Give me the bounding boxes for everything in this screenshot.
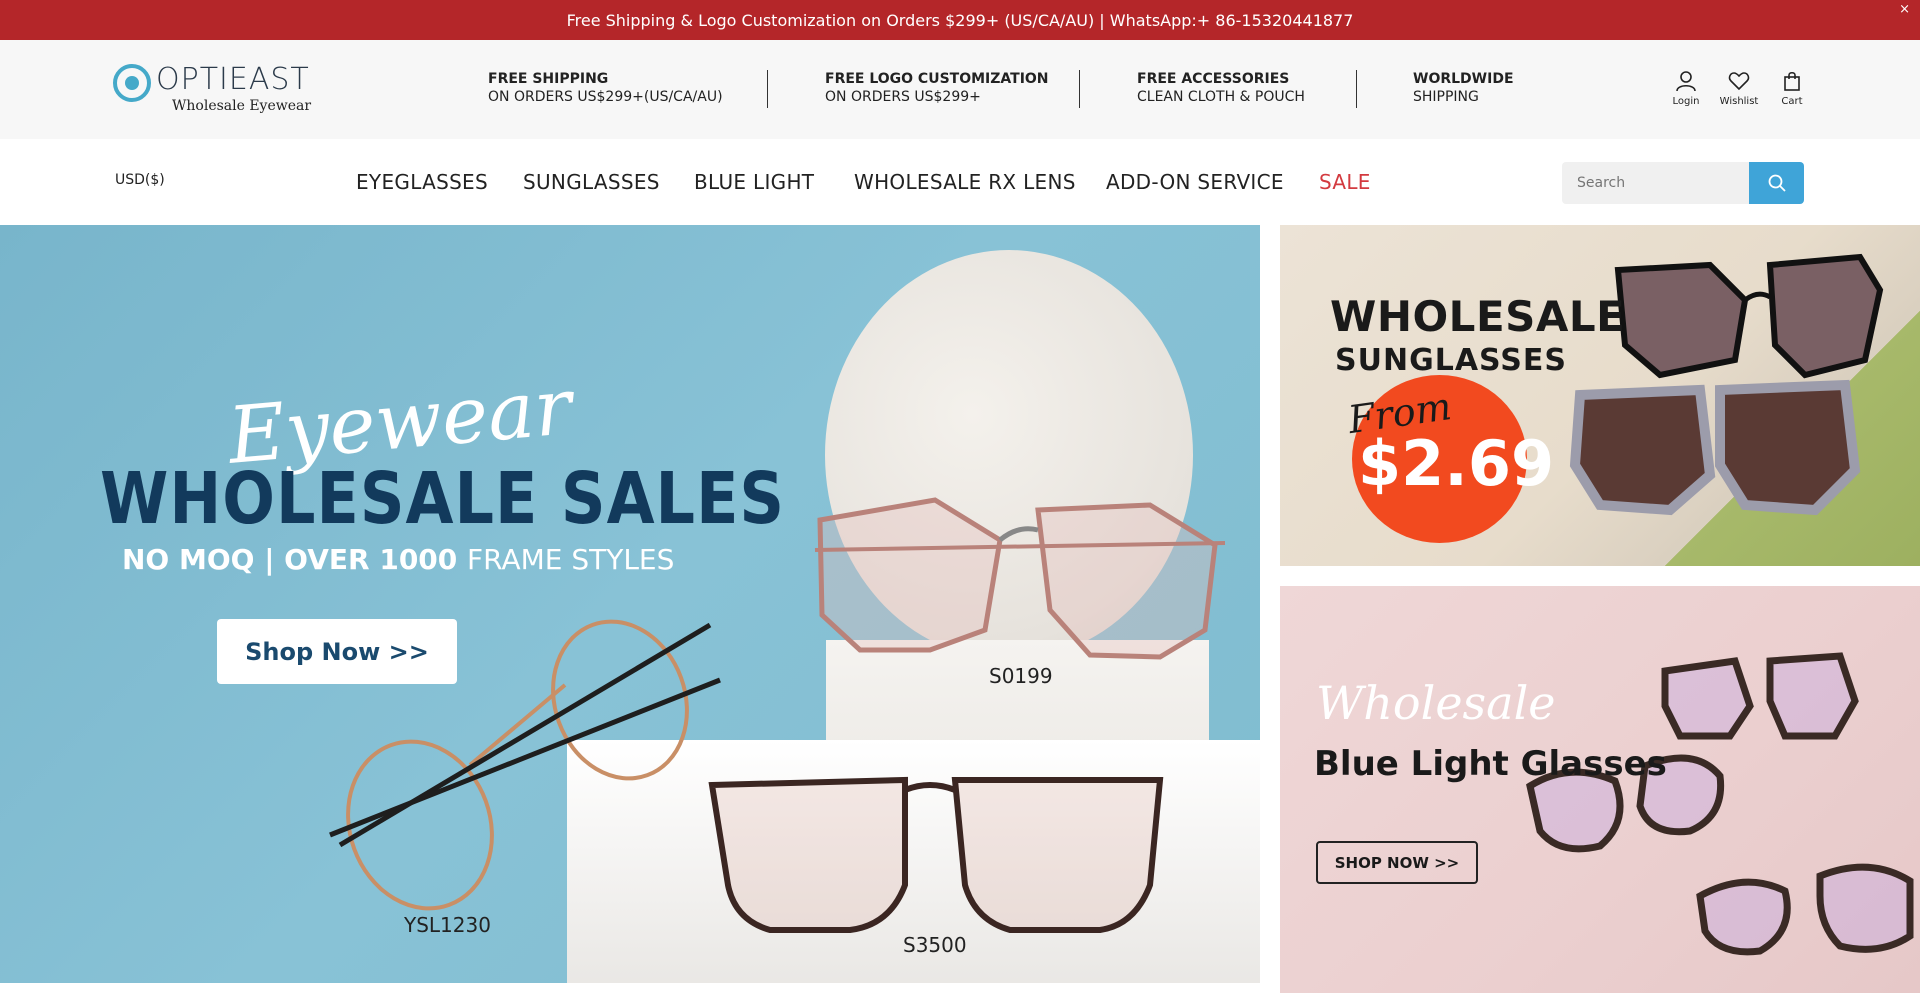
nav-item-wholesale-rx-lens[interactable]: WHOLESALE RX LENS	[854, 170, 1076, 194]
benefit-title: FREE ACCESSORIES	[1137, 71, 1290, 87]
product-label-s3500: S3500	[903, 933, 967, 957]
nav-item-blue-light[interactable]: BLUE LIGHT	[694, 170, 814, 194]
product-label-s0199: S0199	[989, 664, 1053, 688]
hero-subheadline: NO MOQ | OVER 1000 FRAME STYLES	[122, 543, 674, 576]
search-box	[1562, 162, 1804, 204]
black-sunglasses-image	[1614, 253, 1884, 379]
glasses-s3500-image	[708, 776, 1164, 933]
benefit-worldwide: WORLDWIDE SHIPPING	[1413, 70, 1514, 106]
announcement-bar: Free Shipping & Logo Customization on Or…	[0, 0, 1920, 40]
benefit-free-shipping: FREE SHIPPING ON ORDERS US$299+(US/CA/AU…	[488, 70, 723, 106]
logo-mark-icon	[113, 64, 151, 102]
announcement-text: Free Shipping & Logo Customization on Or…	[566, 10, 1354, 30]
hero-sub-bold: NO MOQ | OVER 1000	[122, 543, 458, 576]
sunglasses-banner[interactable]: WHOLESALE SUNGLASSES From $2.69	[1280, 225, 1920, 566]
hero-banner[interactable]: Eyewear WHOLESALE SALES NO MOQ | OVER 10…	[0, 225, 1260, 983]
banner-title-blue-light: Blue Light Glasses	[1314, 744, 1667, 784]
login-button[interactable]: Login	[1666, 70, 1706, 107]
user-icon	[1676, 71, 1696, 92]
search-icon	[1768, 174, 1786, 192]
shop-now-button[interactable]: Shop Now >>	[217, 619, 457, 684]
logo-tagline: Wholesale Eyewear	[172, 98, 312, 114]
banner-script-wholesale: Wholesale	[1316, 676, 1556, 730]
benefit-desc: ON ORDERS US$299+(US/CA/AU)	[488, 89, 723, 105]
divider	[767, 70, 768, 108]
logo[interactable]: OPTIEAST Wholesale Eyewear	[113, 62, 323, 122]
nav-item-add-on-service[interactable]: ADD-ON SERVICE	[1106, 170, 1284, 194]
banner-title-sunglasses: SUNGLASSES	[1335, 343, 1567, 378]
price-value: $2.69	[1358, 427, 1555, 500]
heart-icon	[1728, 72, 1750, 91]
product-label-ysl1230: YSL1230	[404, 913, 491, 937]
benefit-logo-customization: FREE LOGO CUSTOMIZATION ON ORDERS US$299…	[825, 70, 1049, 106]
hero-glasses-illustration	[329, 497, 1226, 933]
benefit-title: WORLDWIDE	[1413, 71, 1514, 87]
cart-button[interactable]: Cart	[1772, 70, 1812, 107]
nav-item-sale[interactable]: SALE	[1319, 170, 1371, 194]
benefit-title: FREE LOGO CUSTOMIZATION	[825, 71, 1049, 87]
blue-light-banner[interactable]: Wholesale Blue Light Glasses SHOP NOW >>	[1280, 586, 1920, 993]
divider	[1356, 70, 1357, 108]
bag-icon	[1784, 71, 1800, 91]
close-icon[interactable]: ×	[1899, 2, 1910, 17]
glitter-sunglasses-image	[1569, 379, 1861, 516]
benefit-desc: ON ORDERS US$299+	[825, 89, 981, 105]
shop-now-blue-light-button[interactable]: SHOP NOW >>	[1316, 841, 1478, 884]
wishlist-label: Wishlist	[1719, 96, 1759, 107]
site-header: OPTIEAST Wholesale Eyewear FREE SHIPPING…	[0, 40, 1920, 139]
banner-title-wholesale: WHOLESALE	[1330, 292, 1626, 341]
logo-name: OPTIEAST	[156, 62, 310, 97]
glasses-s0199-image	[814, 497, 1226, 660]
divider	[1079, 70, 1080, 108]
tortoise-glasses-image	[1526, 652, 1914, 956]
nav-item-eyeglasses[interactable]: EYEGLASSES	[356, 170, 488, 194]
search-input[interactable]	[1562, 162, 1750, 204]
search-button[interactable]	[1749, 162, 1804, 204]
wishlist-button[interactable]: Wishlist	[1719, 70, 1759, 107]
benefit-title: FREE SHIPPING	[488, 71, 609, 87]
nav-item-sunglasses[interactable]: SUNGLASSES	[523, 170, 660, 194]
cart-label: Cart	[1781, 96, 1803, 107]
blue-light-glasses-illustration	[1526, 652, 1914, 956]
main-nav: USD($) EYEGLASSES SUNGLASSES BLUE LIGHT …	[0, 139, 1920, 225]
login-label: Login	[1672, 96, 1700, 107]
benefit-desc: CLEAN CLOTH & POUCH	[1137, 89, 1305, 105]
benefit-desc: SHIPPING	[1413, 89, 1479, 105]
currency-selector[interactable]: USD($)	[115, 172, 165, 188]
hero-sub-light: FRAME STYLES	[467, 543, 675, 576]
hero-headline: WHOLESALE SALES	[100, 456, 786, 541]
benefit-accessories: FREE ACCESSORIES CLEAN CLOTH & POUCH	[1137, 70, 1305, 106]
